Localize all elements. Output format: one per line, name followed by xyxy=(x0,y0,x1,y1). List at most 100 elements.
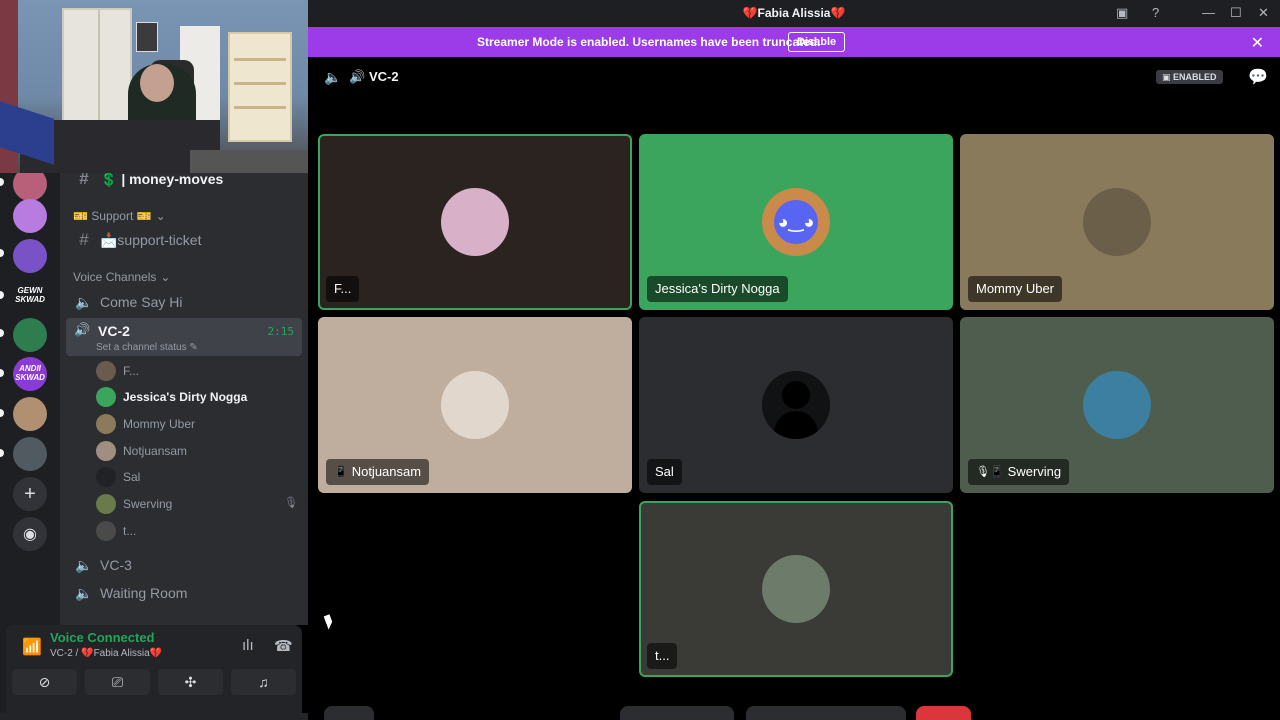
channel-money-moves[interactable]: # 💲 | money-moves xyxy=(66,173,302,193)
activities-icon: ✣ xyxy=(184,673,197,690)
server-icon[interactable] xyxy=(13,437,47,471)
mic-mobile-icon: 🎙📱 xyxy=(976,466,1004,478)
channel-status-placeholder[interactable]: Set a channel status ✎ xyxy=(96,342,198,353)
user-bar xyxy=(0,713,308,720)
participant-name-label: t... xyxy=(647,643,678,669)
participant-avatar xyxy=(441,188,509,256)
member-name: Jessica's Dirty Nogga xyxy=(123,390,248,404)
chevron-down-icon: ⌄ xyxy=(160,270,171,284)
voice-channel-come-say-hi[interactable]: 🔈 Come Say Hi xyxy=(66,288,302,316)
voice-status[interactable]: Voice Connected xyxy=(50,630,155,645)
share-screen-button[interactable]: ⎚ xyxy=(85,669,150,695)
camera-off-button[interactable]: ⊘ xyxy=(12,669,77,695)
participant-tile[interactable]: F... xyxy=(318,134,632,310)
voice-member[interactable]: F... xyxy=(96,359,139,383)
inbox-icon[interactable]: ▣ xyxy=(1116,5,1128,21)
voice-member[interactable]: Swerving 🎙 xyxy=(96,492,298,516)
participant-tile[interactable]: ◕‿◕ Jessica's Dirty Nogga xyxy=(639,134,953,310)
control-button[interactable] xyxy=(324,706,374,720)
server-icon[interactable] xyxy=(13,199,47,233)
voice-member[interactable]: t... xyxy=(96,519,136,543)
participant-name-label: Mommy Uber xyxy=(968,276,1063,302)
control-button[interactable] xyxy=(620,706,734,720)
voice-member[interactable]: Sal xyxy=(96,465,140,489)
participant-tile[interactable]: Mommy Uber xyxy=(960,134,1274,310)
server-icon[interactable] xyxy=(13,318,47,352)
voice-member[interactable]: Notjuansam xyxy=(96,439,187,463)
unread-pip xyxy=(0,249,4,257)
volume-icon[interactable]: 🔈 xyxy=(324,69,341,86)
unread-pip xyxy=(0,291,4,299)
hash-icon: # xyxy=(79,173,89,188)
disable-streamer-mode-button[interactable]: Disable xyxy=(788,32,846,52)
participant-name-label: Jessica's Dirty Nogga xyxy=(647,276,788,302)
avatar xyxy=(96,494,116,514)
participant-tile[interactable]: 📱 Notjuansam xyxy=(318,317,632,493)
minimize-icon[interactable]: — xyxy=(1202,5,1215,20)
call-timer: 2:15 xyxy=(267,325,295,338)
leave-call-button[interactable] xyxy=(916,706,971,720)
unread-pip xyxy=(0,329,4,337)
member-name: F... xyxy=(123,364,140,378)
participant-tile[interactable]: 🎙📱 Swerving xyxy=(960,317,1274,493)
participant-name: t... xyxy=(655,648,670,663)
server-icon[interactable] xyxy=(13,397,47,431)
add-server-icon[interactable]: + xyxy=(13,477,47,511)
voice-channel-waiting-room[interactable]: 🔈 Waiting Room xyxy=(66,579,302,607)
channel-sidebar: # 💲 | money-moves 🎫 Support 🎫 ⌄ # 📩suppo… xyxy=(60,173,308,625)
server-icon-gewn-skwad[interactable]: GEWN SKWAD xyxy=(13,279,47,313)
voice-member[interactable]: Mommy Uber xyxy=(96,412,195,436)
channel-name: 📩support-ticket xyxy=(100,231,202,248)
signal-icon[interactable]: 📶 xyxy=(22,637,42,657)
call-channel-name: VC-2 xyxy=(369,69,399,84)
screen-share-icon: ⎚ xyxy=(111,673,124,690)
microphone-icon: 🎙 xyxy=(284,497,298,509)
category-label: Voice Channels xyxy=(73,270,157,284)
voice-channel-vc-2[interactable]: 🔊 VC-2 2:15 Set a channel status ✎ xyxy=(66,318,302,356)
activities-button[interactable]: ✣ xyxy=(158,669,223,695)
participant-name: Notjuansam xyxy=(351,464,422,479)
server-icon-andii-skwad[interactable]: ANDII SKWAD xyxy=(13,357,47,391)
participant-avatar: ◕‿◕ xyxy=(762,188,830,256)
noise-suppression-icon[interactable]: ılı xyxy=(242,637,254,654)
avatar xyxy=(96,467,116,487)
mouse-cursor xyxy=(323,614,335,630)
member-name: t... xyxy=(123,524,137,538)
channel-name: VC-2 xyxy=(98,323,130,339)
server-icon[interactable] xyxy=(13,239,47,273)
maximize-icon[interactable]: ☐ xyxy=(1230,5,1242,21)
participant-avatar xyxy=(1083,188,1151,256)
soundboard-icon: ♫ xyxy=(258,674,269,690)
voice-location: VC-2 / 💔Fabia Alissia💔 xyxy=(50,648,163,659)
member-name: Notjuansam xyxy=(123,444,188,458)
category-support[interactable]: 🎫 Support 🎫 ⌄ xyxy=(73,209,166,223)
discover-icon[interactable]: ◉ xyxy=(13,517,47,551)
participant-name: Sal xyxy=(655,464,674,479)
soundboard-button[interactable]: ♫ xyxy=(231,669,296,695)
channel-name: Waiting Room xyxy=(100,585,188,601)
help-icon[interactable]: ? xyxy=(1152,5,1159,20)
banner-close-icon[interactable]: ✕ xyxy=(1251,33,1264,53)
participant-name: Jessica's Dirty Nogga xyxy=(655,281,780,296)
streamer-mode-badge[interactable]: ▣ ENABLED xyxy=(1156,70,1223,84)
participant-tile[interactable]: Sal xyxy=(639,317,953,493)
close-icon[interactable]: ✕ xyxy=(1258,5,1269,21)
disconnect-icon[interactable]: ☎ xyxy=(274,637,293,655)
voice-member[interactable]: Jessica's Dirty Nogga xyxy=(96,385,247,409)
chevron-down-icon: ⌄ xyxy=(155,209,166,223)
voice-channel-vc-3[interactable]: 🔈 VC-3 xyxy=(66,551,302,579)
control-button[interactable] xyxy=(746,706,906,720)
member-name: Mommy Uber xyxy=(123,417,196,431)
participant-avatar xyxy=(762,371,830,439)
channel-support-ticket[interactable]: # 📩support-ticket xyxy=(66,226,302,254)
camera-off-icon: ⊘ xyxy=(38,673,51,690)
server-fill xyxy=(13,239,47,273)
participant-tile[interactable]: t... xyxy=(639,501,953,677)
unread-pip xyxy=(0,449,4,457)
channel-name: Come Say Hi xyxy=(100,294,183,310)
category-voice-channels[interactable]: Voice Channels ⌄ xyxy=(73,270,170,284)
default-avatar-body xyxy=(774,411,818,439)
chat-icon[interactable]: 💬 xyxy=(1248,67,1268,87)
participant-name-label: 📱 Notjuansam xyxy=(326,459,430,485)
webcam-poster xyxy=(136,22,158,52)
